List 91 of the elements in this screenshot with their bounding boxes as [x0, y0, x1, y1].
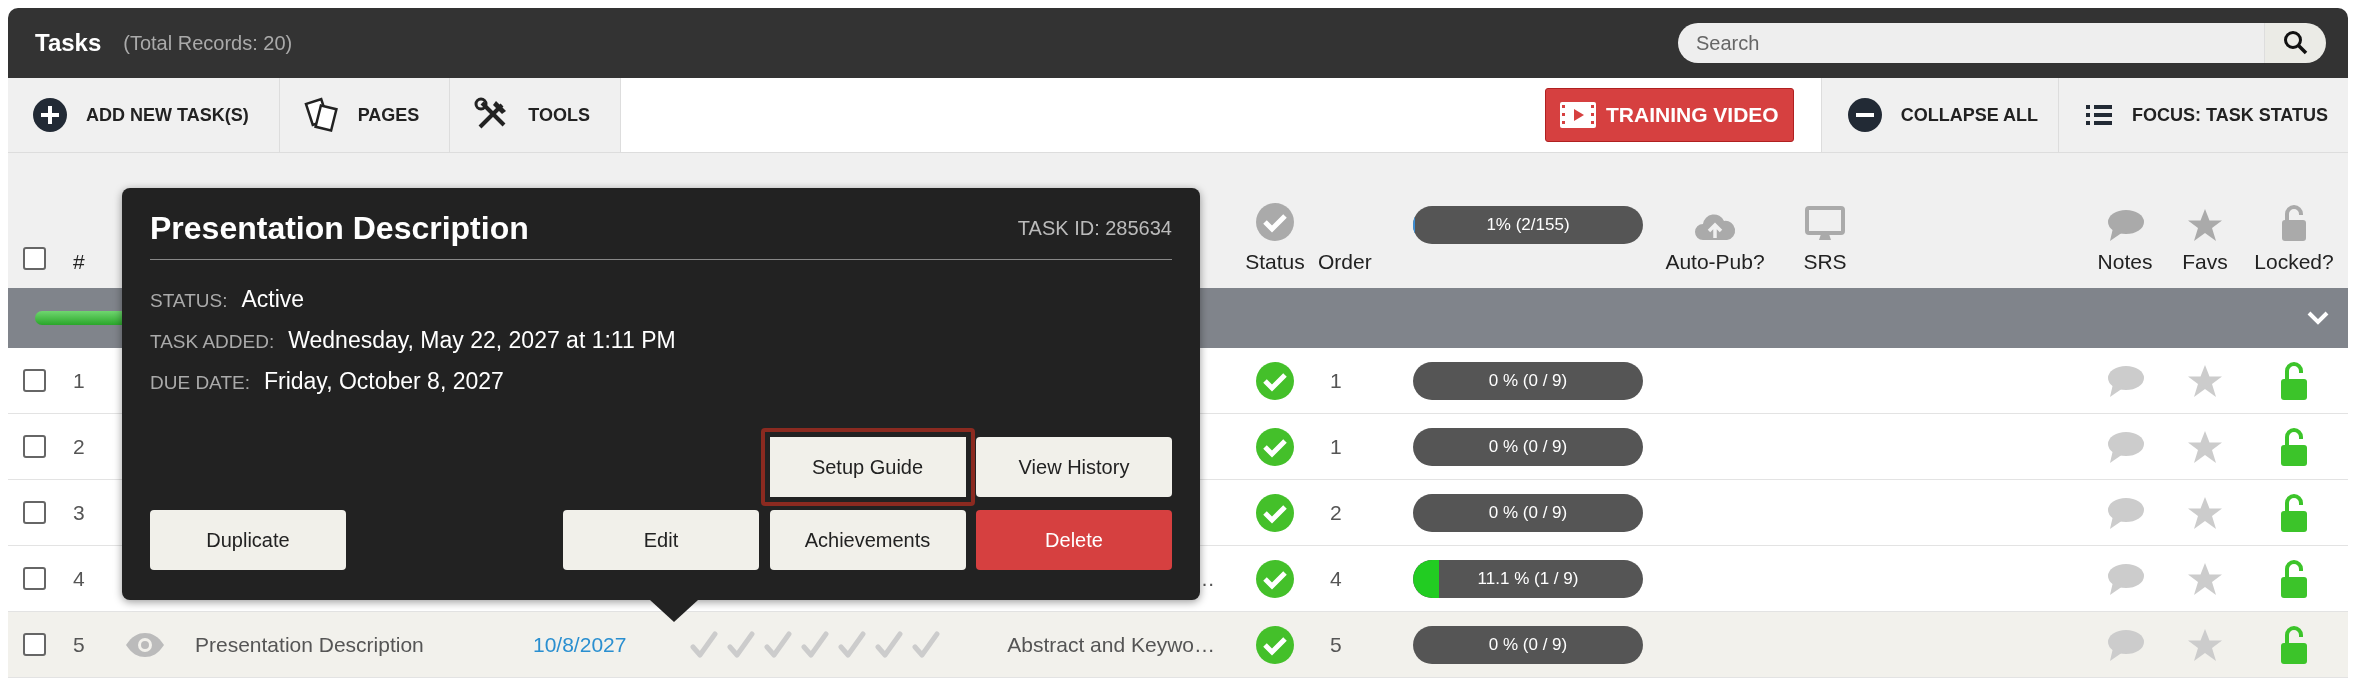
field-value: Active [241, 286, 305, 313]
column-header: Favs [2182, 250, 2228, 274]
search-field[interactable]: Search [1678, 23, 2264, 63]
field-label: TASK ADDED: [150, 331, 275, 353]
column-header: Order [1318, 250, 1372, 274]
field-value: Wednesday, May 22, 2027 at 1:11 PM [288, 327, 676, 354]
row-number: 4 [72, 566, 86, 591]
row-number: 1 [72, 368, 86, 393]
pages-button[interactable]: PAGES [279, 78, 451, 152]
task-id: TASK ID: 285634 [1017, 217, 1172, 240]
field-label: STATUS: [150, 290, 228, 312]
checkbox[interactable] [22, 369, 46, 392]
check-circle-icon [1255, 202, 1295, 242]
minus-icon [1846, 97, 1883, 133]
search-button[interactable] [2264, 23, 2326, 63]
checkbox[interactable] [22, 435, 46, 458]
order-number: 4 [1329, 566, 1343, 591]
tools-button[interactable]: TOOLS [450, 78, 622, 152]
eye-icon[interactable] [124, 631, 166, 658]
order-number: 1 [1329, 368, 1343, 393]
star-icon[interactable] [2187, 429, 2223, 464]
order-number: 5 [1329, 632, 1343, 657]
row-number: 3 [72, 500, 86, 525]
open-lock-icon[interactable] [2279, 624, 2309, 665]
check-mark-icon[interactable] [801, 630, 829, 659]
star-icon[interactable] [2187, 627, 2223, 662]
column-header: # [73, 250, 85, 274]
add-task-button[interactable]: ADD NEW TASK(S) [8, 78, 280, 152]
row-number: 2 [72, 434, 86, 459]
task-title[interactable]: Presentation Description [180, 632, 520, 657]
checkbox[interactable] [22, 247, 46, 270]
popover-button[interactable]: View History [976, 437, 1172, 497]
popover-title: Presentation Description [150, 210, 529, 247]
due-date: 10/8/2027 [532, 632, 628, 657]
check-mark-icon[interactable] [764, 630, 792, 659]
check-mark-icon[interactable] [838, 630, 866, 659]
field-label: DUE DATE: [150, 372, 250, 394]
check-mark-icon[interactable] [875, 630, 903, 659]
open-lock-icon[interactable] [2279, 426, 2309, 467]
popover-button[interactable]: Setup Guide [760, 428, 975, 506]
speech-bubble-icon[interactable] [2105, 627, 2145, 662]
chevron-down-icon[interactable] [2306, 310, 2330, 326]
open-lock-icon[interactable] [2279, 360, 2309, 401]
field-value: Friday, October 8, 2027 [263, 368, 504, 395]
progress-label: 0 % (0 / 9) [1488, 370, 1568, 391]
star-icon[interactable] [2187, 561, 2223, 596]
open-lock-icon[interactable] [2279, 558, 2309, 599]
checkbox[interactable] [22, 633, 46, 656]
speech-bubble-icon [2105, 208, 2145, 242]
check-mark-icon[interactable] [912, 630, 940, 659]
column-header: Auto-Pub? [1665, 250, 1765, 274]
plus-icon [32, 97, 68, 133]
order-number: 2 [1329, 500, 1343, 525]
monitor-icon [1805, 206, 1845, 242]
column-header: SRS [1803, 250, 1847, 274]
record-count: (Total Records: 20) [123, 31, 293, 55]
lock-icon [2279, 204, 2309, 242]
search-icon [2282, 30, 2309, 56]
progress-label: 0 % (0 / 9) [1488, 502, 1568, 523]
popover-button[interactable]: Achievements [769, 510, 966, 570]
progress-label: 0 % (0 / 9) [1488, 436, 1568, 457]
checkbox[interactable] [22, 501, 46, 524]
speech-bubble-icon[interactable] [2105, 495, 2145, 530]
order-number: 1 [1329, 434, 1343, 459]
popover-button[interactable]: Duplicate [150, 510, 346, 570]
speech-bubble-icon[interactable] [2105, 561, 2145, 596]
pages-icon [303, 97, 340, 133]
progress-label: 11.1 % (1 / 9) [1477, 568, 1579, 589]
row-number: 5 [72, 632, 86, 657]
progress-label: 1% (2/155) [1486, 215, 1570, 235]
star-icon [2187, 208, 2223, 242]
check-mark-icon[interactable] [727, 630, 755, 659]
checkbox[interactable] [22, 567, 46, 590]
topic-text: Abstract and Keywo… [1006, 632, 1216, 657]
column-header: Locked? [2254, 250, 2334, 274]
progress-label: 0 % (0 / 9) [1488, 634, 1568, 655]
column-header: Notes [2097, 250, 2153, 274]
focus-button[interactable]: FOCUS: TASK STATUS [2058, 78, 2348, 152]
open-lock-icon[interactable] [2279, 492, 2309, 533]
delete-button[interactable]: Delete [976, 510, 1172, 570]
page-title: Tasks [35, 29, 102, 57]
star-icon[interactable] [2187, 495, 2223, 530]
popover-button[interactable]: Edit [563, 510, 759, 570]
column-header: Status [1245, 250, 1305, 274]
training-video-button[interactable]: TRAINING VIDEO [1544, 88, 1794, 142]
star-icon[interactable] [2187, 363, 2223, 398]
speech-bubble-icon[interactable] [2105, 429, 2145, 464]
film-icon [1559, 102, 1596, 128]
speech-bubble-icon[interactable] [2105, 363, 2145, 398]
check-mark-icon[interactable] [690, 630, 718, 659]
collapse-all-button[interactable]: COLLAPSE ALL [1820, 78, 2058, 152]
